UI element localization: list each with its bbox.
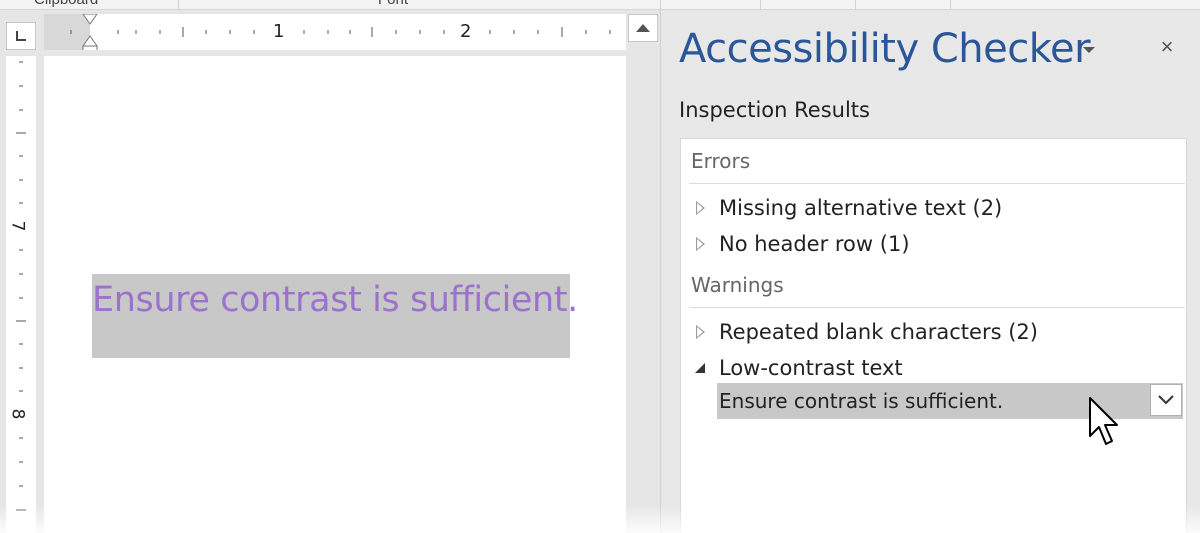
ribbon-group-labels: Clipboard Font bbox=[0, 0, 1200, 10]
result-label: Low-contrast text bbox=[719, 356, 903, 380]
vertical-ruler[interactable]: 7 8 bbox=[6, 56, 36, 533]
inspection-results-list: Errors Missing alternative text (2) No h… bbox=[680, 138, 1187, 533]
ribbon-separator bbox=[178, 0, 179, 9]
scroll-up-button[interactable] bbox=[628, 14, 658, 42]
document-text: Ensure contrast is sufficient. bbox=[92, 280, 578, 320]
document-fade bbox=[0, 505, 660, 533]
section-header-errors: Errors bbox=[691, 149, 751, 173]
ribbon-separator bbox=[760, 0, 761, 9]
ribbon-group-font: Font bbox=[378, 0, 408, 8]
collapse-arrow-icon[interactable] bbox=[681, 363, 719, 373]
section-divider bbox=[689, 183, 1185, 184]
ruler-label-2: 2 bbox=[460, 21, 472, 42]
section-header-warnings: Warnings bbox=[691, 273, 784, 297]
ribbon-separator bbox=[660, 0, 661, 9]
result-item-dropdown-button[interactable] bbox=[1150, 384, 1182, 416]
result-label: No header row (1) bbox=[719, 232, 910, 256]
chevron-down-icon bbox=[1083, 47, 1095, 53]
vertical-ruler-ticks bbox=[16, 61, 26, 511]
ruler-label-1: 1 bbox=[273, 21, 285, 42]
ruler-ticks bbox=[70, 14, 611, 50]
inspection-results-label: Inspection Results bbox=[679, 98, 870, 122]
ribbon-separator bbox=[950, 0, 951, 9]
vertical-ruler-label-8: 8 bbox=[7, 408, 28, 420]
left-tab-icon bbox=[16, 31, 26, 41]
tab-selector-button[interactable] bbox=[6, 22, 36, 50]
vertical-scrollbar[interactable] bbox=[626, 10, 660, 533]
result-missing-alt-text[interactable]: Missing alternative text (2) bbox=[681, 190, 1186, 226]
scroll-up-arrow-icon bbox=[636, 24, 650, 32]
expand-arrow-icon[interactable] bbox=[681, 201, 719, 215]
expand-arrow-icon[interactable] bbox=[681, 325, 719, 339]
pane-title: Accessibility Checker bbox=[679, 26, 1091, 72]
selected-low-contrast-text[interactable]: Ensure contrast is sufficient. bbox=[92, 274, 578, 358]
ribbon-group-clipboard: Clipboard bbox=[34, 0, 98, 8]
result-label: Repeated blank characters (2) bbox=[719, 320, 1038, 344]
result-repeated-blank-characters[interactable]: Repeated blank characters (2) bbox=[681, 314, 1186, 350]
indent-markers bbox=[82, 14, 98, 50]
pane-options-button[interactable] bbox=[1080, 44, 1098, 56]
result-low-contrast-text[interactable]: Low-contrast text bbox=[681, 350, 1186, 386]
horizontal-ruler[interactable]: 1 2 bbox=[44, 14, 626, 50]
section-divider bbox=[689, 307, 1185, 308]
vertical-ruler-label-7: 7 bbox=[7, 220, 28, 232]
mouse-pointer-icon bbox=[1089, 397, 1118, 445]
close-pane-button[interactable]: × bbox=[1156, 36, 1178, 58]
result-no-header-row[interactable]: No header row (1) bbox=[681, 226, 1186, 262]
result-item-label: Ensure contrast is sufficient. bbox=[719, 389, 1004, 413]
result-label: Missing alternative text (2) bbox=[719, 196, 1003, 220]
ribbon-separator bbox=[855, 0, 856, 9]
expand-arrow-icon[interactable] bbox=[681, 237, 719, 251]
pane-fade bbox=[660, 505, 1200, 533]
chevron-down-icon bbox=[1158, 395, 1174, 405]
